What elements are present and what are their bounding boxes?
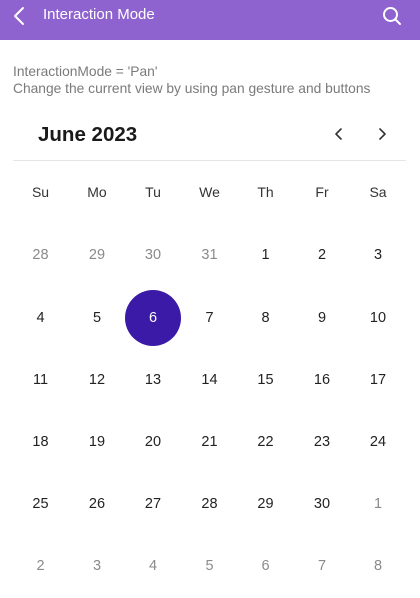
day-cell[interactable]: 21 xyxy=(182,414,238,470)
app-bar: Interaction Mode xyxy=(0,0,420,40)
day-cell[interactable]: 3 xyxy=(69,538,125,594)
app-title: Interaction Mode xyxy=(43,6,155,23)
day-cell[interactable]: 24 xyxy=(350,414,406,470)
search-icon[interactable] xyxy=(380,4,404,28)
weekday-label: Sa xyxy=(369,184,387,200)
day-cell[interactable]: 9 xyxy=(294,290,350,346)
day-cell[interactable]: 30 xyxy=(125,227,181,283)
day-cell[interactable]: 5 xyxy=(69,290,125,346)
day-cell[interactable]: 13 xyxy=(125,352,181,408)
day-cell[interactable]: 27 xyxy=(125,476,181,532)
weekday-label: We xyxy=(199,184,220,200)
day-cell[interactable]: 10 xyxy=(350,290,406,346)
day-cell[interactable]: 7 xyxy=(182,290,238,346)
weekday-label: Th xyxy=(257,184,274,200)
day-cell[interactable]: 8 xyxy=(350,538,406,594)
weekday-label: Fr xyxy=(315,184,329,200)
weekday-label: Su xyxy=(31,184,50,200)
day-cell[interactable]: 7 xyxy=(294,538,350,594)
day-cell[interactable]: 2 xyxy=(294,227,350,283)
day-cell[interactable]: 5 xyxy=(182,538,238,594)
day-cell[interactable]: 4 xyxy=(13,290,69,346)
description-line-2: Change the current view by using pan ges… xyxy=(13,81,371,96)
day-cell[interactable]: 17 xyxy=(350,352,406,408)
day-cell[interactable]: 3 xyxy=(350,227,406,283)
description-line-1: InteractionMode = 'Pan' xyxy=(13,64,158,79)
day-cell[interactable]: 16 xyxy=(294,352,350,408)
day-cell[interactable]: 19 xyxy=(69,414,125,470)
day-cell[interactable]: 23 xyxy=(294,414,350,470)
chevron-left-icon[interactable] xyxy=(8,4,32,28)
selected-day-cell[interactable]: 6 xyxy=(125,289,181,346)
day-cell[interactable]: 14 xyxy=(182,352,238,408)
day-cell[interactable]: 29 xyxy=(238,476,294,532)
day-cell[interactable]: 28 xyxy=(182,476,238,532)
day-cell[interactable]: 28 xyxy=(13,227,69,283)
weekday-label: Mo xyxy=(87,184,107,200)
day-cell[interactable]: 1 xyxy=(350,476,406,532)
day-cell[interactable]: 20 xyxy=(125,414,181,470)
day-cell[interactable]: 26 xyxy=(69,476,125,532)
day-cell[interactable]: 8 xyxy=(238,290,294,346)
day-cell[interactable]: 31 xyxy=(182,227,238,283)
weekday-label: Tu xyxy=(145,184,161,200)
day-cell[interactable]: 12 xyxy=(69,352,125,408)
day-cell[interactable]: 22 xyxy=(238,414,294,470)
day-cell[interactable]: 30 xyxy=(294,476,350,532)
header-divider xyxy=(13,160,406,161)
month-title[interactable]: June 2023 xyxy=(38,123,137,147)
next-month-button[interactable] xyxy=(371,122,395,146)
day-cell[interactable]: 2 xyxy=(13,538,69,594)
description: InteractionMode = 'Pan' Change the curre… xyxy=(13,63,413,97)
day-cell[interactable]: 18 xyxy=(13,414,69,470)
day-cell[interactable]: 29 xyxy=(69,227,125,283)
day-cell[interactable]: 6 xyxy=(238,538,294,594)
day-cell[interactable]: 11 xyxy=(13,352,69,408)
day-cell[interactable]: 1 xyxy=(238,227,294,283)
day-cell[interactable]: 25 xyxy=(13,476,69,532)
previous-month-button[interactable] xyxy=(326,122,350,146)
day-cell[interactable]: 4 xyxy=(125,538,181,594)
day-cell[interactable]: 15 xyxy=(238,352,294,408)
